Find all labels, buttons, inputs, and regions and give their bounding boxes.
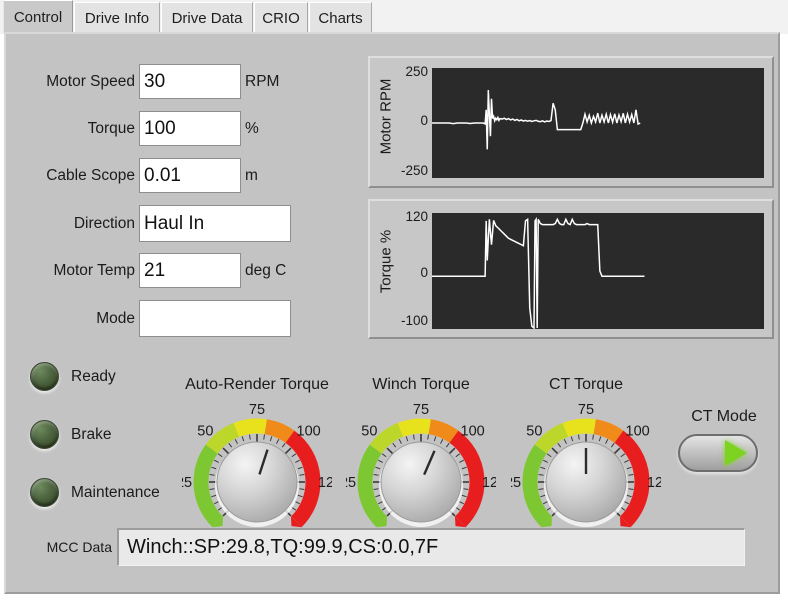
- indicator-brake: Brake: [30, 420, 112, 449]
- tab-label: Charts: [318, 9, 363, 27]
- tab-drive-data[interactable]: Drive Data: [161, 2, 253, 33]
- indicator-label: Maintenance: [71, 483, 160, 501]
- control-panel: Motor Speed 30 RPM Torque 100 % Cable Sc…: [4, 32, 780, 594]
- chart-y-tick: 120: [405, 209, 428, 224]
- tab-label: CRIO: [262, 9, 300, 27]
- svg-text:75: 75: [249, 402, 265, 418]
- field-unit: m: [245, 166, 258, 184]
- svg-text:100: 100: [297, 423, 321, 439]
- field-label: Cable Scope: [46, 166, 135, 184]
- svg-text:100: 100: [626, 423, 650, 439]
- gauge-title: Winch Torque: [372, 376, 470, 393]
- chart-y-tick: 0: [420, 113, 428, 128]
- tab-charts[interactable]: Charts: [309, 2, 372, 33]
- ct-mode-label: CT Mode: [691, 408, 757, 425]
- direction-input[interactable]: Haul In: [139, 205, 291, 242]
- svg-text:25: 25: [346, 475, 356, 491]
- gauge-title: CT Torque: [548, 376, 624, 393]
- application-window: Control Drive Info Drive Data CRIO Chart…: [0, 0, 788, 600]
- svg-text:125: 125: [482, 475, 496, 491]
- svg-text:125: 125: [318, 475, 332, 491]
- play-triangle-icon: [725, 440, 747, 466]
- tab-bar: Control Drive Info Drive Data CRIO Chart…: [0, 0, 788, 34]
- field-mode: Mode: [30, 300, 291, 337]
- led-brake-icon[interactable]: [30, 420, 59, 449]
- tab-control[interactable]: Control: [3, 0, 73, 34]
- chart-y-tick: 250: [405, 64, 428, 79]
- field-label: Motor Temp: [53, 261, 135, 279]
- chart-y-axis-label: Motor RPM: [377, 78, 395, 155]
- field-label: Mode: [96, 309, 135, 327]
- mcc-data-value[interactable]: Winch::SP:29.8,TQ:99.9,CS:0.0,7F: [117, 528, 745, 566]
- svg-text:50: 50: [197, 423, 213, 439]
- indicator-label: Ready: [71, 367, 116, 385]
- chart-plot-area[interactable]: [432, 213, 764, 329]
- field-torque: Torque 100 %: [30, 111, 259, 146]
- svg-text:125: 125: [647, 475, 661, 491]
- indicator-label: Brake: [71, 425, 112, 443]
- mode-input[interactable]: [139, 300, 291, 337]
- field-cable-scope: Cable Scope 0.01 m: [30, 158, 258, 193]
- gauge-title: Auto-Render Torque: [185, 376, 329, 393]
- chart-y-tick: -100: [400, 313, 428, 328]
- svg-text:75: 75: [578, 402, 594, 418]
- cable-scope-input[interactable]: 0.01: [139, 158, 241, 193]
- svg-text:100: 100: [461, 423, 485, 439]
- svg-text:50: 50: [361, 423, 377, 439]
- tab-label: Drive Data: [171, 9, 243, 27]
- tab-label: Control: [13, 9, 63, 26]
- field-unit: %: [245, 119, 259, 137]
- field-label: Direction: [73, 214, 135, 232]
- indicator-maintenance: Maintenance: [30, 478, 160, 507]
- svg-text:50: 50: [526, 423, 542, 439]
- led-ready-icon[interactable]: [30, 362, 59, 391]
- chart-plot-area[interactable]: [432, 68, 764, 178]
- field-motor-speed: Motor Speed 30 RPM: [30, 64, 279, 99]
- motor-temp-input[interactable]: 21: [139, 253, 241, 288]
- field-label: Torque: [87, 119, 135, 137]
- chart-y-tick: -250: [400, 163, 428, 178]
- svg-text:25: 25: [182, 475, 192, 491]
- mcc-data-row: MCC Data Winch::SP:29.8,TQ:99.9,CS:0.0,7…: [30, 528, 745, 566]
- field-unit: RPM: [245, 72, 280, 90]
- ct-mode-toggle[interactable]: [678, 434, 758, 472]
- tab-label: Drive Info: [84, 9, 150, 27]
- motor-speed-input[interactable]: 30: [139, 64, 241, 99]
- tab-crio[interactable]: CRIO: [254, 2, 308, 33]
- field-motor-temp: Motor Temp 21 deg C: [30, 253, 286, 288]
- field-label: Motor Speed: [46, 72, 135, 90]
- svg-text:75: 75: [413, 402, 429, 418]
- field-unit: deg C: [245, 261, 287, 279]
- tab-drive-info[interactable]: Drive Info: [74, 2, 160, 33]
- chart-y-axis-label: Torque %: [377, 229, 395, 294]
- chart-y-tick: 0: [420, 265, 428, 280]
- svg-text:25: 25: [511, 475, 521, 491]
- mcc-data-label: MCC Data: [46, 539, 112, 555]
- indicator-ready: Ready: [30, 362, 116, 391]
- chart-torque-percent: Torque % 120 0 -100: [368, 199, 774, 339]
- led-maintenance-icon[interactable]: [30, 478, 59, 507]
- field-direction: Direction Haul In: [30, 205, 291, 242]
- chart-motor-rpm: Motor RPM 250 0 -250: [368, 56, 774, 188]
- torque-input[interactable]: 100: [139, 111, 241, 146]
- ct-mode-control: CT Mode: [678, 408, 770, 472]
